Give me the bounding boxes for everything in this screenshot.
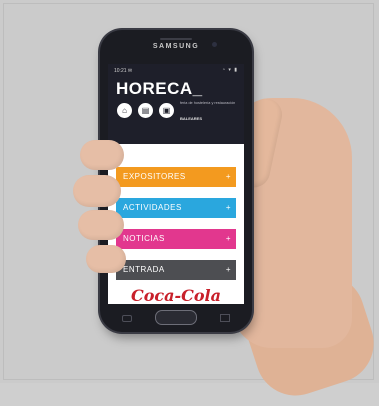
plus-icon: + xyxy=(225,172,231,181)
status-icons: ◔ ▾ ▮ xyxy=(221,67,238,73)
home-button[interactable] xyxy=(155,310,197,325)
menu-actividades-button[interactable]: ACTIVIDADES + xyxy=(116,198,236,218)
menu-label: EXPOSITORES xyxy=(123,172,186,181)
recent-apps-key[interactable] xyxy=(220,314,230,322)
plus-icon: + xyxy=(225,203,231,212)
menu-noticias-button[interactable]: NOTICIAS + xyxy=(116,229,236,249)
plus-icon: + xyxy=(225,265,231,274)
calendar-icon[interactable]: ▣ xyxy=(159,103,174,118)
app-header: 10:21 ✉ ◔ ▾ ▮ HORECA_ ⌂ ▤ ▣ feria de hos… xyxy=(108,64,244,144)
menu-expositores-button[interactable]: EXPOSITORES + xyxy=(116,167,236,187)
device-brand: SAMSUNG xyxy=(152,43,200,50)
menu-label: ENTRADA xyxy=(123,265,165,274)
status-time: 10:21 ✉ xyxy=(114,68,133,74)
smartphone: SAMSUNG 10:21 ✉ ◔ ▾ ▮ HORECA_ ⌂ ▤ ▣ feri… xyxy=(100,30,252,332)
home-icon[interactable]: ⌂ xyxy=(117,103,132,118)
app-subtitle: feria de hostelería y restauración xyxy=(180,101,236,105)
sponsor-logo[interactable]: Coca-Cola xyxy=(108,286,244,304)
index-finger xyxy=(80,140,124,170)
back-key[interactable] xyxy=(122,315,132,322)
phone-screen: 10:21 ✉ ◔ ▾ ▮ HORECA_ ⌂ ▤ ▣ feria de hos… xyxy=(108,64,244,304)
menu-label: NOTICIAS xyxy=(123,234,165,243)
menu-label: ACTIVIDADES xyxy=(123,203,182,212)
little-finger xyxy=(86,245,126,273)
earpiece-speaker xyxy=(160,38,192,40)
menu-entrada-button[interactable]: ENTRADA + xyxy=(116,260,236,280)
middle-finger xyxy=(73,175,121,207)
app-subtitle-region: BALEARES xyxy=(180,116,203,121)
app-logo: HORECA_ xyxy=(116,79,203,98)
plus-icon: + xyxy=(225,234,231,243)
document-icon[interactable]: ▤ xyxy=(138,103,153,118)
ring-finger xyxy=(78,210,124,240)
